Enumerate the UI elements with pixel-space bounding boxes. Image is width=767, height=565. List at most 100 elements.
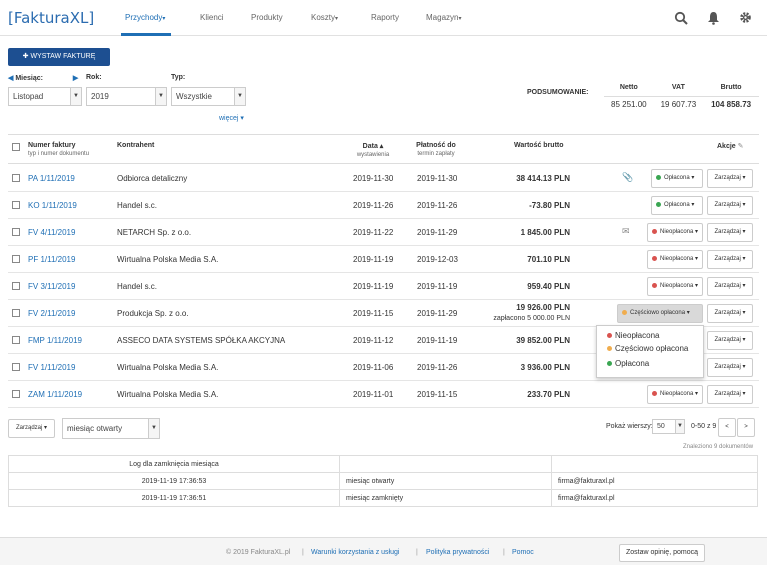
row-checkbox[interactable] [12, 255, 20, 263]
invoice-number-link[interactable]: FV 2/11/2019 [28, 309, 75, 318]
row-checkbox[interactable] [12, 201, 20, 209]
column-date-header[interactable]: Data ▴ wystawienia [351, 142, 395, 158]
row-checkbox[interactable] [12, 282, 20, 290]
invoice-number-link[interactable]: PF 1/11/2019 [28, 255, 75, 264]
table-row: FV 2/11/2019 Produkcja Sp. z o.o. 2019-11-… [8, 300, 759, 327]
more-filters-link[interactable]: więcej ▾ [219, 114, 244, 122]
invoice-number-link[interactable]: FV 3/11/2019 [28, 282, 75, 291]
tab-klienci[interactable]: Klienci [200, 13, 224, 22]
issue-date: 2019-11-22 [353, 228, 394, 237]
status-option-paid[interactable]: Opłacona [597, 356, 703, 371]
column-number-header[interactable]: Numer faktury typ i numer dokumentu [28, 142, 89, 157]
select-all-checkbox[interactable] [12, 143, 20, 151]
gross-value: 38 414.13 PLN [516, 174, 570, 183]
row-checkbox[interactable] [12, 390, 20, 398]
manage-button[interactable]: Zarządzaj ▾ [707, 304, 753, 323]
bulk-manage-button[interactable]: Zarządzaj ▾ [8, 419, 55, 438]
column-client-header[interactable]: Kontrahent [117, 142, 154, 149]
invoice-number-link[interactable]: KO 1/11/2019 [28, 201, 77, 210]
gross-value: 233.70 PLN [527, 390, 570, 399]
status-dropdown[interactable]: Opłacona ▾ [651, 196, 703, 215]
chevron-down-icon: ▾ [458, 16, 462, 22]
month-select[interactable]: Listopad ▼ [8, 87, 82, 106]
status-dot-icon [652, 255, 657, 261]
help-link[interactable]: Pomoc [512, 549, 534, 556]
manage-button[interactable]: Zarządzaj ▾ [707, 358, 753, 377]
due-date: 2019-11-19 [417, 336, 458, 345]
status-dropdown[interactable]: Częściowo opłacona ▾ [617, 304, 703, 323]
status-dropdown[interactable]: Opłacona ▾ [651, 169, 703, 188]
rows-per-page-select[interactable]: 50 ▼ [652, 419, 685, 434]
invoice-number-link[interactable]: ZAM 1/11/2019 [28, 390, 82, 399]
invoice-number-link[interactable]: FV 1/11/2019 [28, 363, 75, 372]
due-date: 2019-11-26 [417, 201, 458, 210]
status-dropdown[interactable]: Nieopłacona ▾ [647, 223, 703, 242]
status-dropdown[interactable]: Nieopłacona ▾ [647, 250, 703, 269]
gear-icon[interactable] [739, 11, 752, 24]
row-checkbox[interactable] [12, 336, 20, 344]
manage-button[interactable]: Zarządzaj ▾ [707, 250, 753, 269]
year-select[interactable]: 2019 ▼ [86, 87, 167, 106]
feedback-button[interactable]: Zostaw opinię, pomocą [619, 544, 705, 562]
due-date: 2019-11-29 [417, 228, 458, 237]
client-name: Wirtualna Polska Media S.A. [117, 363, 219, 372]
status-dot-icon [656, 201, 661, 207]
row-checkbox[interactable] [12, 363, 20, 371]
summary-table: Netto VAT Brutto 85 251.00 19 607.73 104 858… [604, 80, 759, 113]
row-checkbox[interactable] [12, 174, 20, 182]
issue-date: 2019-11-19 [353, 282, 394, 291]
logo[interactable]: [FakturaXL] [8, 9, 94, 27]
new-invoice-button[interactable]: ✚ WYSTAW FAKTURĘ [8, 48, 110, 66]
chevron-down-icon: ▼ [234, 88, 245, 105]
prev-page-button[interactable]: < [718, 418, 736, 437]
paperclip-icon[interactable]: 📎 [622, 172, 633, 183]
client-name: Wirtualna Polska Media S.A. [117, 255, 219, 264]
tab-magazyn[interactable]: Magazyn▾ [426, 13, 461, 22]
tab-produkty[interactable]: Produkty [251, 13, 283, 22]
manage-button[interactable]: Zarządzaj ▾ [707, 385, 753, 404]
summary-vat-header: VAT [653, 80, 704, 97]
terms-link[interactable]: Warunki korzystania z usługi [311, 549, 399, 556]
issue-date: 2019-11-06 [353, 363, 394, 372]
invoice-number-link[interactable]: FV 4/11/2019 [28, 228, 75, 237]
next-month-icon[interactable]: ▶ [73, 75, 78, 82]
summary-label: PODSUMOWANIE: [527, 89, 589, 96]
column-value-header: Wartość brutto [514, 142, 564, 149]
tab-raporty[interactable]: Raporty [371, 13, 399, 22]
prev-month-icon[interactable]: ◀ [8, 75, 13, 82]
paid-amount: zapłacono 5 000.00 PLN [493, 315, 570, 322]
issue-date: 2019-11-26 [353, 201, 394, 210]
status-dropdown[interactable]: Nieopłacona ▾ [647, 277, 703, 296]
tab-przychody[interactable]: Przychody▾ [125, 13, 165, 22]
row-checkbox[interactable] [12, 228, 20, 236]
chevron-down-icon: ▼ [155, 88, 166, 105]
manage-button[interactable]: Zarządzaj ▾ [707, 277, 753, 296]
status-dot-icon [607, 333, 612, 339]
manage-button[interactable]: Zarządzaj ▾ [707, 223, 753, 242]
manage-button[interactable]: Zarządzaj ▾ [707, 169, 753, 188]
active-tab-indicator [121, 33, 171, 36]
gross-value: 3 936.00 PLN [520, 363, 570, 372]
bell-icon[interactable] [707, 11, 720, 25]
month-state-select[interactable]: miesiąc otwarty ▼ [62, 418, 160, 439]
type-select[interactable]: Wszystkie ▼ [171, 87, 246, 106]
column-due-header[interactable]: Płatność do termin zapłaty [408, 142, 464, 157]
next-page-button[interactable]: > [737, 418, 755, 437]
invoice-number-link[interactable]: FMP 1/11/2019 [28, 336, 82, 345]
email-icon[interactable]: ✉ [622, 226, 630, 237]
status-dot-icon [652, 390, 657, 396]
type-label: Typ: [171, 74, 186, 81]
invoice-number-link[interactable]: PA 1/11/2019 [28, 174, 75, 183]
manage-button[interactable]: Zarządzaj ▾ [707, 196, 753, 215]
tab-koszty[interactable]: Koszty▾ [311, 13, 338, 22]
manage-button[interactable]: Zarządzaj ▾ [707, 331, 753, 350]
status-option-partial[interactable]: Częściowo opłacona [597, 341, 703, 356]
pencil-icon[interactable]: ✎ [738, 143, 744, 150]
search-icon[interactable] [674, 11, 688, 25]
privacy-link[interactable]: Polityka prywatności [426, 549, 489, 556]
status-dropdown[interactable]: Nieopłacona ▾ [647, 385, 703, 404]
status-option-unpaid[interactable]: Nieopłacona [597, 326, 703, 341]
row-checkbox[interactable] [12, 309, 20, 317]
summary-brutto-header: Brutto [703, 80, 759, 97]
rows-per-page-label: Pokaż wierszy: [606, 423, 653, 430]
